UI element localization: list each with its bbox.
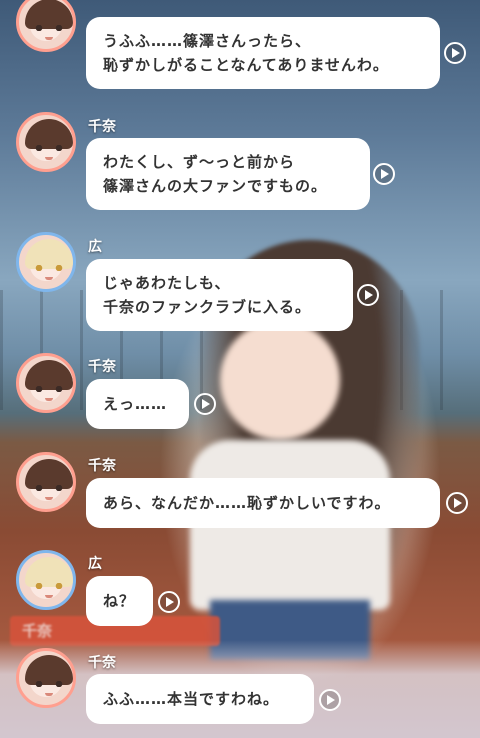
voice-play-icon[interactable] xyxy=(319,689,341,711)
chinatsu-avatar xyxy=(16,112,76,172)
message-line: ふふ……本当ですわね。 xyxy=(103,690,280,708)
voice-play-icon[interactable] xyxy=(373,163,395,185)
message-line: 篠澤さんの大ファンですもの。 xyxy=(103,177,328,195)
speaker-name: 千奈 xyxy=(88,458,116,474)
message-line: わたくし、ず～っと前から xyxy=(103,153,296,171)
chinatsu-avatar xyxy=(16,648,76,708)
message-bubble: じゃあわたしも、 千奈のファンクラブに入る。 xyxy=(86,259,353,331)
chinatsu-avatar xyxy=(16,452,76,512)
message-line: 恥ずかしがることなんてありませんわ。 xyxy=(103,56,389,74)
speaker-name: 千奈 xyxy=(88,119,116,135)
speaker-name: 広 xyxy=(88,239,102,255)
message-bubble: あら、なんだか……恥ずかしいですわ。 xyxy=(86,478,440,528)
voice-play-icon[interactable] xyxy=(158,591,180,613)
chinatsu-avatar xyxy=(16,353,76,413)
message-line: あら、なんだか……恥ずかしいですわ。 xyxy=(103,494,391,512)
voice-play-icon[interactable] xyxy=(444,42,466,64)
message-bubble: ふふ……本当ですわね。 xyxy=(86,674,314,724)
voice-play-icon[interactable] xyxy=(357,284,379,306)
speaker-name: 千奈 xyxy=(88,655,116,671)
message-bubble: うふふ……篠澤さんったら、 恥ずかしがることなんてありませんわ。 xyxy=(86,17,440,89)
speaker-name: 広 xyxy=(88,556,102,572)
voice-play-icon[interactable] xyxy=(446,492,468,514)
message-line: 千奈のファンクラブに入る。 xyxy=(103,298,312,316)
message-line: えっ…… xyxy=(103,395,168,413)
hiro-avatar xyxy=(16,550,76,610)
message-bubble: ね？ xyxy=(86,576,153,626)
message-bubble: えっ…… xyxy=(86,379,189,429)
message-line: うふふ……篠澤さんったら、 xyxy=(103,32,312,50)
speaker-name: 千奈 xyxy=(88,359,116,375)
voice-play-icon[interactable] xyxy=(194,393,216,415)
hiro-avatar xyxy=(16,232,76,292)
dialogue-log[interactable]: うふふ……篠澤さんったら、 恥ずかしがることなんてありませんわ。 千奈 わたくし… xyxy=(0,0,480,738)
message-bubble: わたくし、ず～っと前から 篠澤さんの大ファンですもの。 xyxy=(86,138,370,210)
message-line: ね？ xyxy=(103,592,136,610)
message-line: じゃあわたしも、 xyxy=(103,274,231,292)
chinatsu-avatar xyxy=(16,0,76,52)
